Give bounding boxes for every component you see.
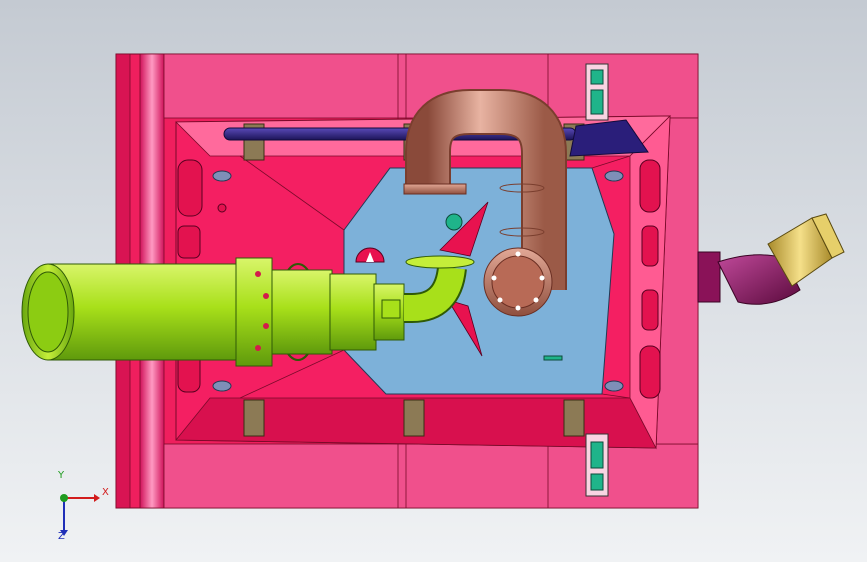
right-pocket-2 [641,225,659,267]
elbow-mouth [405,255,475,269]
clamp-bottom-left [243,399,265,437]
bolt-icon [604,170,624,182]
clamp-bottom-mid [403,399,425,437]
right-pocket-1 [639,159,661,213]
axis-y-label: Y [58,470,65,481]
coordinate-triad: X Y Z [44,470,109,546]
triad-axes [60,494,100,536]
side-fitting[interactable] [697,213,845,305]
slot-indicator [543,355,563,361]
pipe-flange-top [403,183,467,195]
axis-x-label: X [102,487,109,498]
vent-icon [445,213,463,231]
latch-bottom[interactable] [585,433,609,497]
graphics-viewport[interactable]: X Y Z [0,0,867,562]
left-pocket-upper [177,159,203,217]
right-pocket-4 [639,345,661,399]
ejector-pin-hole [217,203,227,213]
bottom-clamp-plate[interactable] [163,443,699,509]
axis-z-label: Z [58,531,65,542]
cad-model[interactable] [0,0,867,562]
bolt-icon [604,380,624,392]
latch-top[interactable] [585,63,609,121]
sensor-box [381,299,401,319]
cavity-floor[interactable] [343,167,615,395]
bolt-icon [212,170,232,182]
bolt-icon [212,380,232,392]
outlet-collar [235,257,273,367]
right-pocket-3 [641,289,659,331]
left-pocket-mid [177,225,201,259]
clamp-bottom-right [563,399,585,437]
